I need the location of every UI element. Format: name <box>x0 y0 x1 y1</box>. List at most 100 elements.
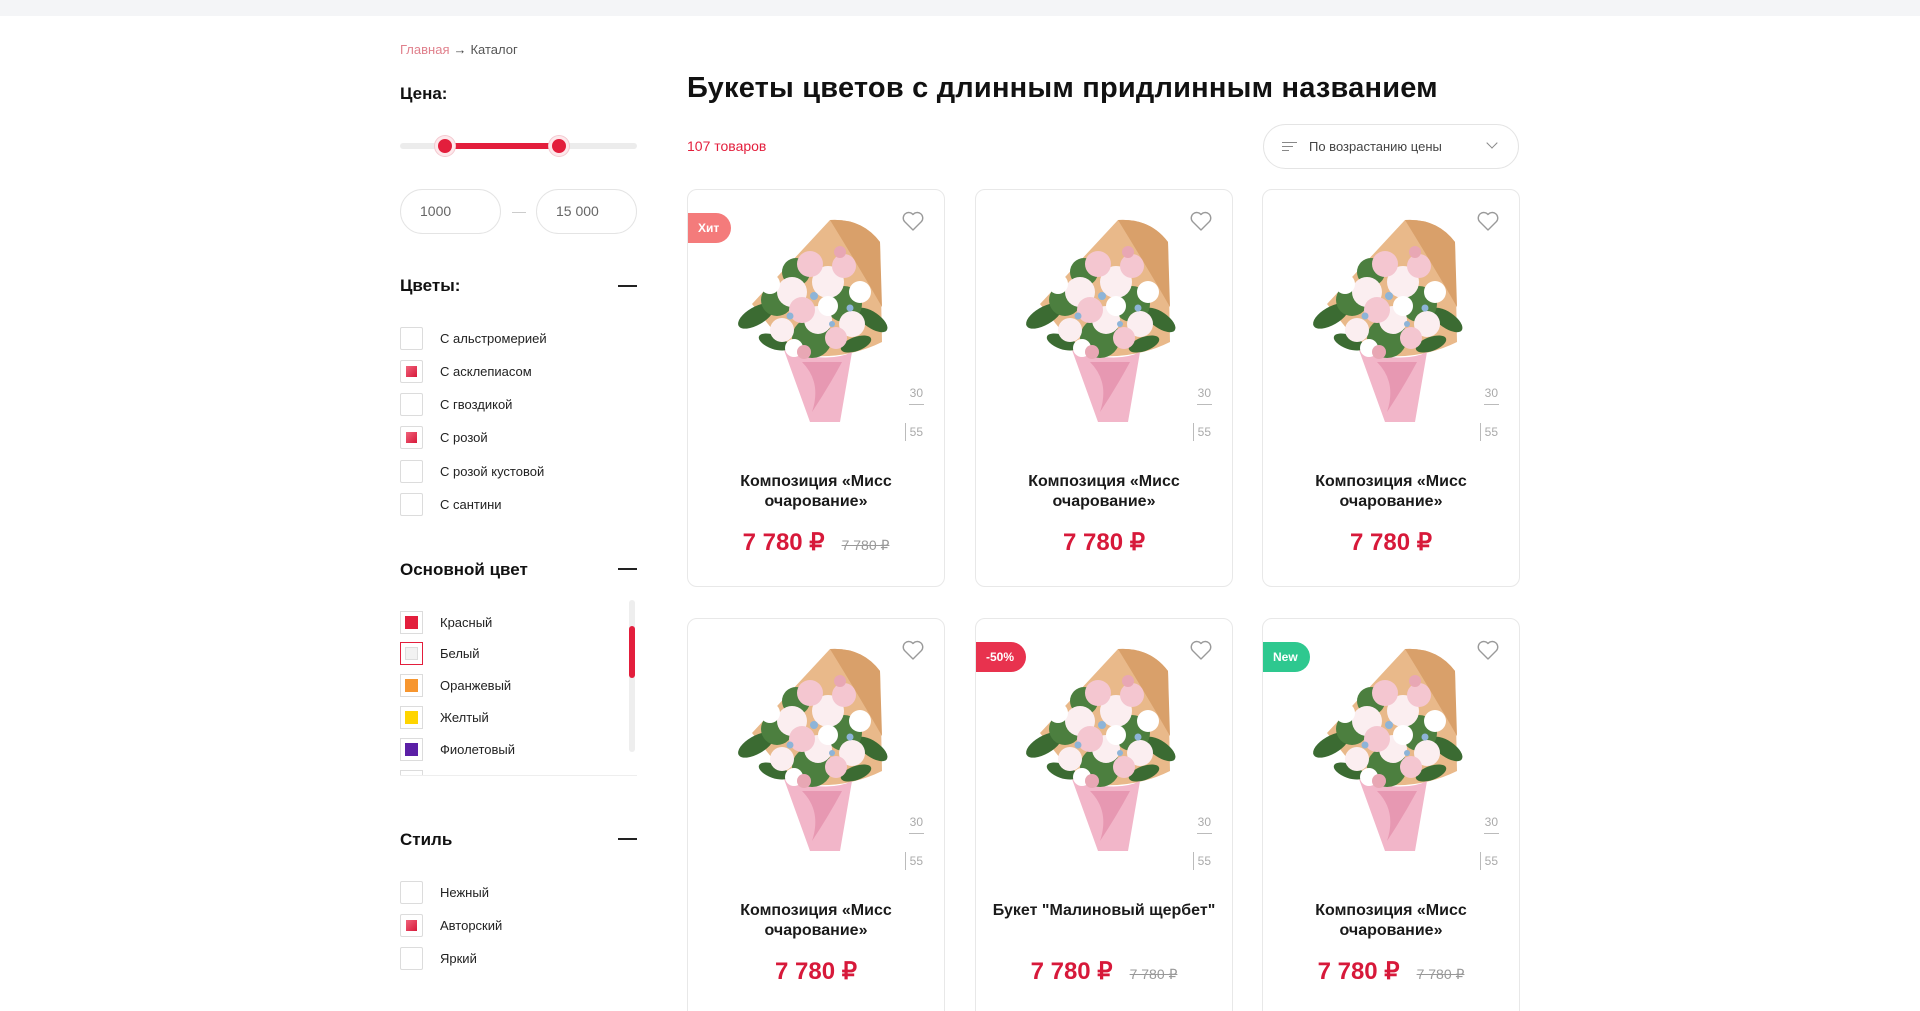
product-name[interactable]: Композиция «Мисс очарование» <box>1279 901 1503 941</box>
flower-option-label: С розой <box>440 430 488 446</box>
product-card[interactable]: 30 55 Композиция «Мисс очарование» 7 780 ₽ <box>1262 189 1520 587</box>
product-card[interactable]: -50% 30 55 Букет "Малиновый щербет" 7 780 ₽7… <box>975 618 1233 1011</box>
bouquet-image[interactable] <box>732 641 892 851</box>
product-prices: 7 780 ₽ <box>1263 528 1519 557</box>
checkbox-checked[interactable] <box>400 913 423 937</box>
color-option-label: Красный <box>440 614 493 630</box>
style-option-label: Нежный <box>440 884 489 900</box>
flower-option[interactable]: С гвоздикой <box>400 393 512 417</box>
product-prices: 7 780 ₽ 7 780 ₽ <box>976 957 1232 986</box>
price-max-input[interactable]: 15 000 <box>536 189 637 234</box>
bouquet-image[interactable] <box>1307 641 1467 851</box>
color-swatch[interactable] <box>400 610 423 634</box>
page-title: Букеты цветов с длинным придлинным назва… <box>687 72 1438 104</box>
style-option[interactable]: Нежный <box>400 880 489 904</box>
checkbox[interactable] <box>400 326 423 350</box>
bouquet-image[interactable] <box>1020 212 1180 422</box>
checkbox-checked[interactable] <box>400 426 423 450</box>
heart-icon[interactable] <box>1189 639 1213 661</box>
product-badge: New <box>1263 642 1310 672</box>
color-list-scrollbar[interactable] <box>629 600 635 752</box>
flower-option[interactable]: С розой <box>400 426 488 450</box>
color-swatch-fill <box>405 774 418 775</box>
product-badge: -50% <box>976 642 1027 672</box>
color-filter-title: Основной цвет <box>400 560 528 579</box>
sort-dropdown[interactable]: По возрастанию цены <box>1263 124 1519 169</box>
color-swatch[interactable] <box>400 737 423 761</box>
style-option[interactable]: Авторский <box>400 913 502 937</box>
style-collapse-toggle[interactable] <box>618 838 637 840</box>
flower-option[interactable]: С розой кустовой <box>400 459 544 483</box>
checkbox[interactable] <box>400 947 423 971</box>
heart-icon[interactable] <box>1476 639 1500 661</box>
bouquet-width: 30 <box>1483 815 1500 834</box>
flowers-collapse-toggle[interactable] <box>618 285 637 287</box>
product-badge: Хит <box>688 213 732 243</box>
color-swatch[interactable] <box>400 642 423 666</box>
product-card[interactable]: 30 55 Композиция «Мисс очарование» 7 780 ₽ <box>687 618 945 1011</box>
checkbox[interactable] <box>400 493 423 516</box>
flower-option[interactable]: С сантини <box>400 493 502 517</box>
sort-label: По возрастанию цены <box>1309 139 1442 154</box>
price-range-fill <box>445 143 559 149</box>
checkbox-checked[interactable] <box>400 359 423 383</box>
color-collapse-toggle[interactable] <box>618 568 637 570</box>
price-min-handle[interactable] <box>435 136 456 156</box>
price-max-handle[interactable] <box>548 136 569 156</box>
color-option[interactable]: Оранжевый <box>400 674 511 698</box>
color-list-scroll-thumb[interactable] <box>629 626 635 678</box>
product-card[interactable]: 30 55 Композиция «Мисс очарование» 7 780 ₽ <box>975 189 1233 587</box>
bouquet-width: 30 <box>1196 815 1213 834</box>
price-range-dash <box>512 212 526 213</box>
product-count: 107 товаров <box>687 138 767 154</box>
sort-icon <box>1282 141 1297 152</box>
checkbox[interactable] <box>400 393 423 417</box>
color-option[interactable]: Желтый <box>400 705 489 729</box>
price-min-input[interactable]: 1000 <box>400 189 501 234</box>
color-swatch-fill <box>405 742 418 756</box>
price-filter-title: Цена: <box>400 84 448 103</box>
checkbox[interactable] <box>400 459 423 483</box>
color-option[interactable]: Красный <box>400 610 492 634</box>
top-bar <box>0 0 1920 16</box>
flower-option[interactable]: С асклепиасом <box>400 359 532 383</box>
bouquet-image[interactable] <box>1307 212 1467 422</box>
product-card[interactable]: New 30 55 Композиция «Мисс очарование» 7 780… <box>1262 618 1520 1011</box>
bouquet-height: 55 <box>1479 852 1498 870</box>
color-option-label: Оранжевый <box>440 678 512 694</box>
heart-icon[interactable] <box>901 639 925 661</box>
color-option[interactable]: Белый <box>400 642 480 666</box>
color-swatch-fill <box>405 615 418 629</box>
price-range-slider[interactable] <box>400 136 637 156</box>
color-option[interactable]: Микс <box>400 769 470 775</box>
flower-option-label: С альстромерией <box>440 330 547 346</box>
bouquet-image[interactable] <box>732 212 892 422</box>
chevron-down-icon <box>1486 137 1498 149</box>
style-option[interactable]: Яркий <box>400 947 477 971</box>
color-swatch[interactable] <box>400 769 423 775</box>
product-price: 7 780 ₽ <box>1350 529 1432 556</box>
flowers-filter-title: Цветы: <box>400 276 461 295</box>
product-name[interactable]: Композиция «Мисс очарование» <box>992 472 1216 512</box>
color-option-label: Фиолетовый <box>440 741 516 757</box>
heart-icon[interactable] <box>1476 210 1500 232</box>
color-swatch[interactable] <box>400 674 423 698</box>
breadcrumb-home-link[interactable]: Главная <box>400 42 449 57</box>
product-name[interactable]: Букет "Малиновый щербет" <box>992 901 1216 921</box>
flower-option[interactable]: С альстромерией <box>400 326 547 350</box>
product-prices: 7 780 ₽ 7 780 ₽ <box>1263 957 1519 986</box>
color-swatch[interactable] <box>400 705 423 729</box>
heart-icon[interactable] <box>1189 210 1213 232</box>
bouquet-height: 55 <box>904 423 923 441</box>
product-name[interactable]: Композиция «Мисс очарование» <box>704 472 928 512</box>
product-prices: 7 780 ₽ <box>976 528 1232 557</box>
product-name[interactable]: Композиция «Мисс очарование» <box>704 901 928 941</box>
color-swatch-fill <box>405 647 418 661</box>
product-price: 7 780 ₽ <box>1317 958 1400 985</box>
bouquet-image[interactable] <box>1020 641 1180 851</box>
product-card[interactable]: Хит 30 55 Композиция «Мисс очарование» 7 780… <box>687 189 945 587</box>
product-name[interactable]: Композиция «Мисс очарование» <box>1279 472 1503 512</box>
color-option[interactable]: Фиолетовый <box>400 737 515 761</box>
checkbox[interactable] <box>400 880 423 904</box>
heart-icon[interactable] <box>901 210 925 232</box>
